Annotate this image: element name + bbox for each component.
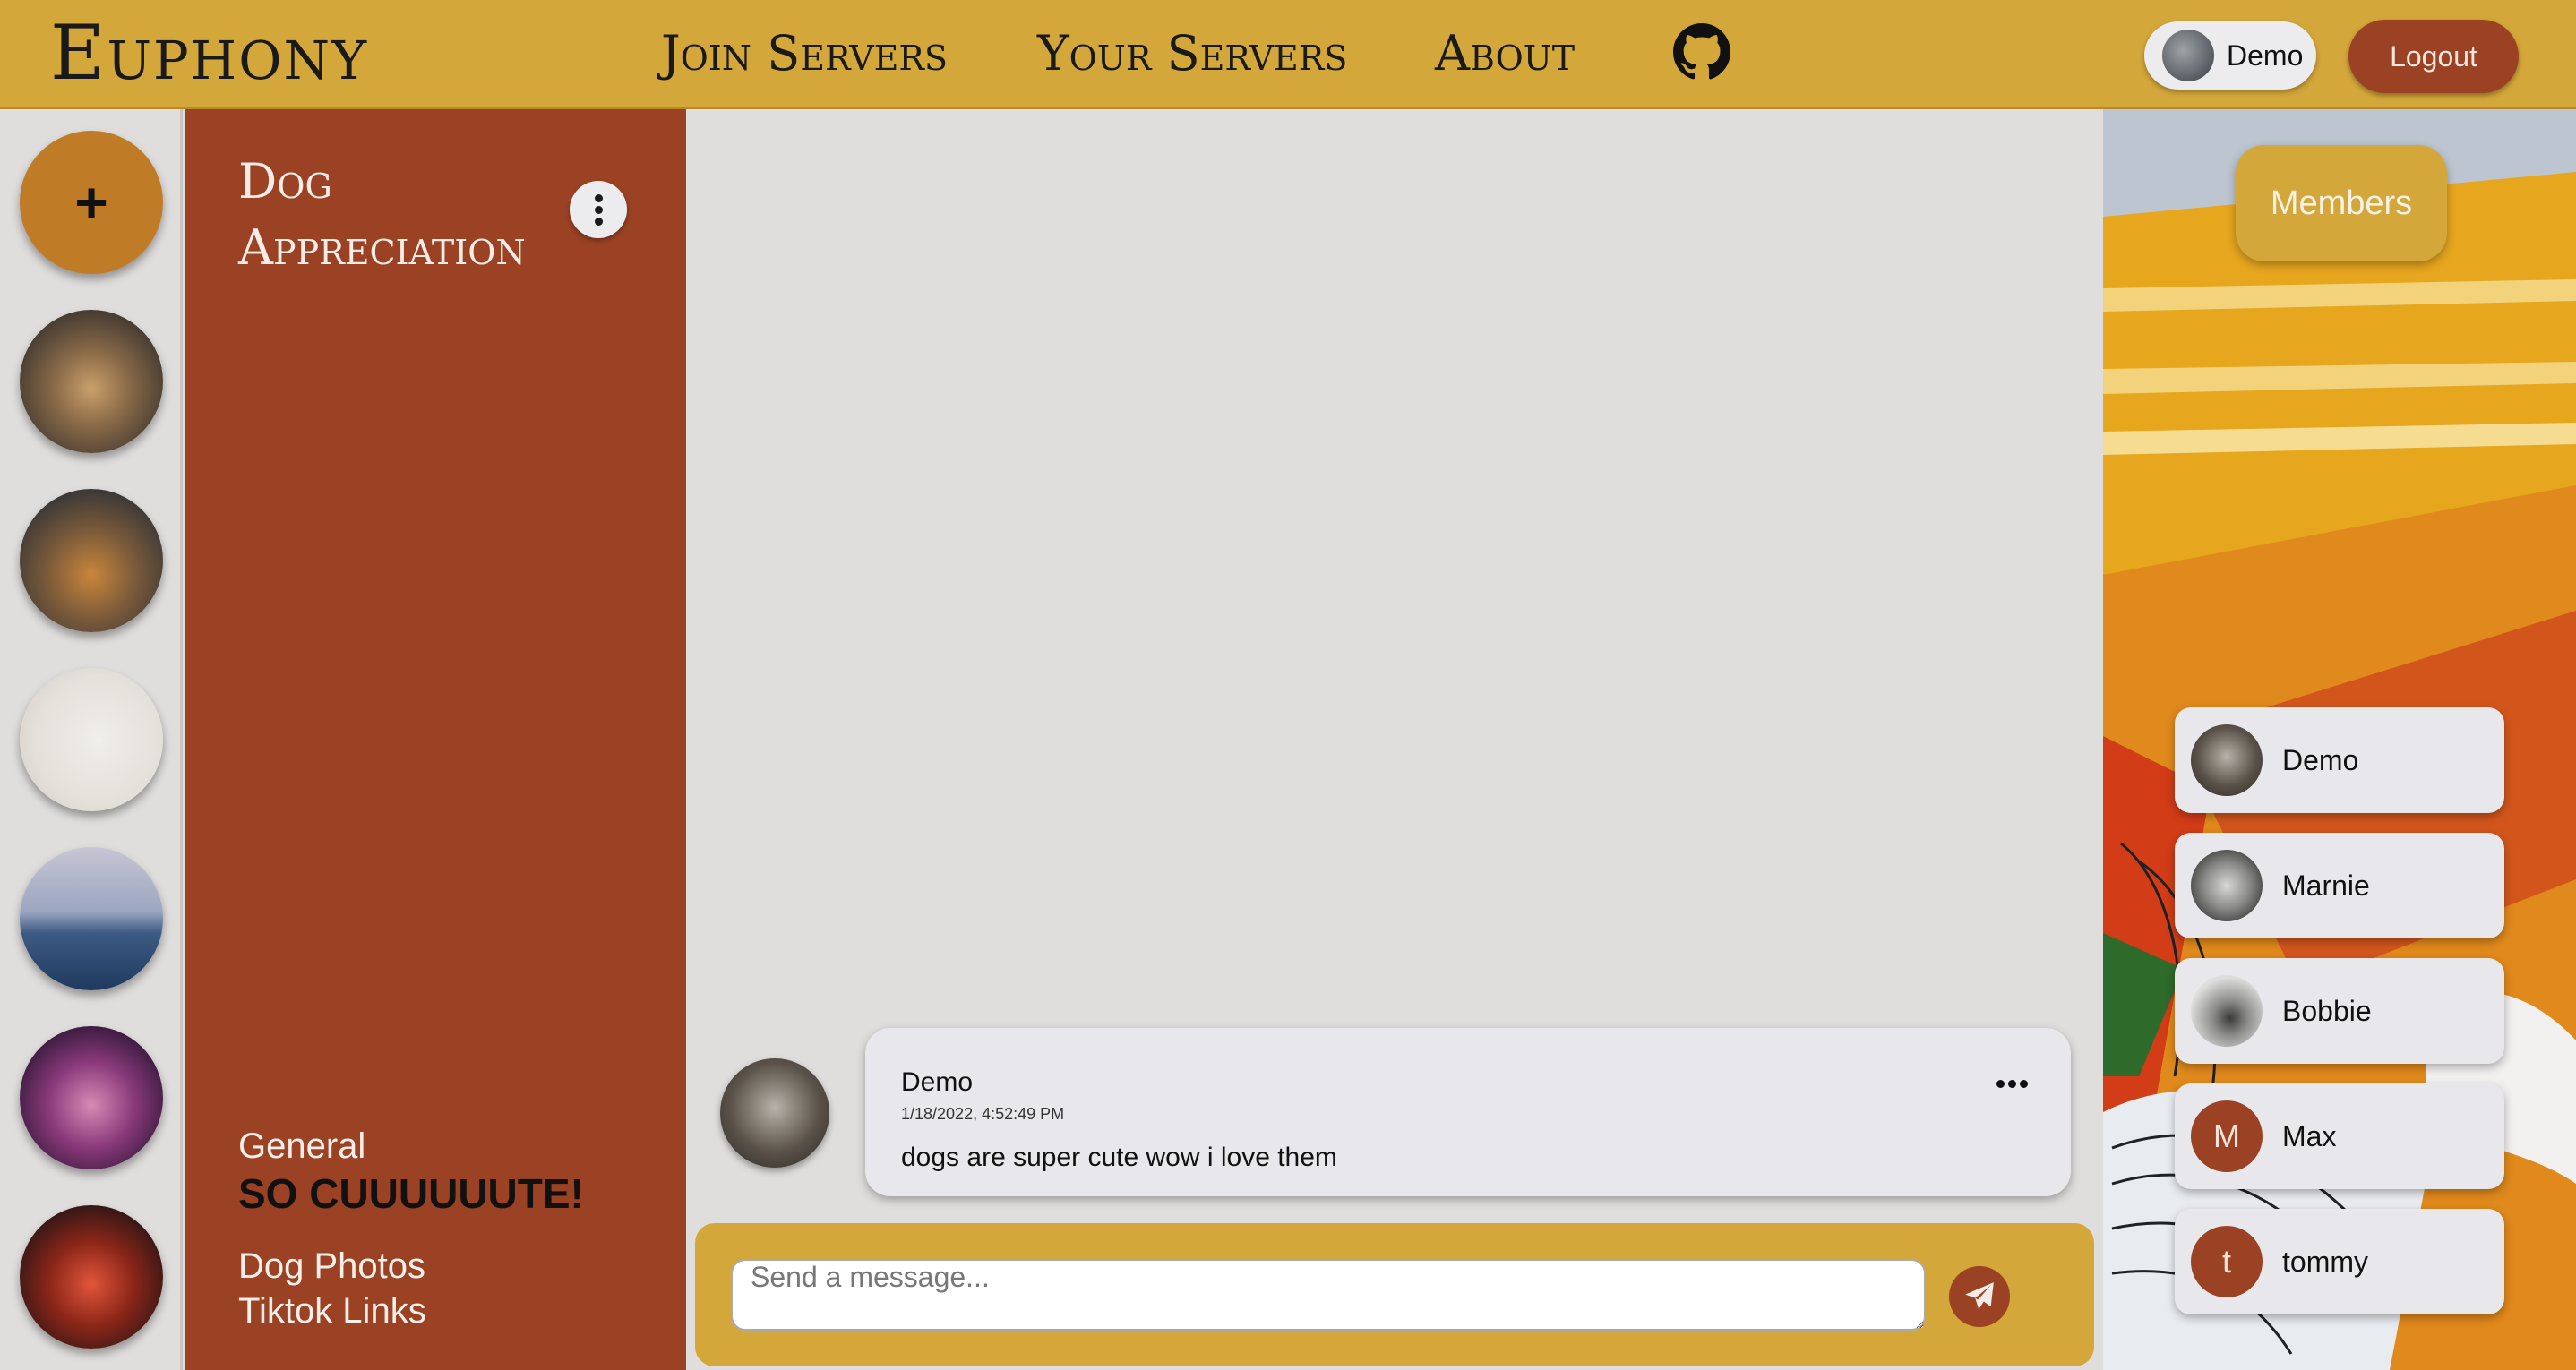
- top-nav: Euphony Join Servers Your Servers About …: [0, 0, 2576, 109]
- logout-button[interactable]: Logout: [2348, 20, 2519, 93]
- server-name: Dog Appreciation: [238, 153, 526, 276]
- member-item-max[interactable]: M Max: [2175, 1083, 2504, 1189]
- channel-dog-photos[interactable]: Dog Photos: [238, 1246, 425, 1287]
- server-icon-arcade[interactable]: [20, 1026, 163, 1169]
- avatar: [2191, 724, 2263, 796]
- members-panel: Members Demo Marnie Bobbie M Max t tommy: [2103, 109, 2576, 1370]
- dot: [2020, 1080, 2028, 1088]
- member-name: Bobbie: [2282, 994, 2372, 1027]
- server-icon-neon-diner[interactable]: [20, 1205, 163, 1349]
- add-server-button[interactable]: +: [20, 131, 163, 274]
- server-options-button[interactable]: [570, 181, 627, 238]
- member-item-demo[interactable]: Demo: [2175, 707, 2504, 813]
- avatar: [2191, 850, 2263, 921]
- message-bubble: Demo 1/18/2022, 4:52:49 PM dogs are supe…: [865, 1028, 2071, 1196]
- member-name: Marnie: [2282, 869, 2370, 902]
- github-icon[interactable]: [1673, 23, 1730, 81]
- nav-about[interactable]: About: [1435, 25, 1575, 81]
- server-icon-cat[interactable]: [20, 489, 163, 632]
- avatar: M: [2191, 1100, 2263, 1172]
- dot: [2008, 1080, 2016, 1088]
- chat-area: Demo 1/18/2022, 4:52:49 PM dogs are supe…: [686, 109, 2103, 1370]
- avatar: [2191, 975, 2263, 1047]
- dot: [594, 193, 603, 202]
- nav-join-servers[interactable]: Join Servers: [661, 25, 948, 81]
- member-item-tommy[interactable]: t tommy: [2175, 1209, 2504, 1314]
- message-author: Demo: [901, 1067, 974, 1097]
- member-name: Max: [2282, 1119, 2337, 1152]
- user-name: Demo: [2227, 39, 2304, 72]
- dot: [1996, 1080, 2005, 1088]
- message-avatar[interactable]: [720, 1058, 829, 1168]
- send-button[interactable]: [1949, 1266, 2010, 1327]
- server-icon-iceberg[interactable]: [20, 847, 163, 990]
- avatar: [2162, 30, 2214, 81]
- avatar: t: [2191, 1226, 2263, 1297]
- member-item-bobbie[interactable]: Bobbie: [2175, 958, 2504, 1064]
- channel-tiktok-links[interactable]: Tiktok Links: [238, 1291, 426, 1331]
- user-profile-pill[interactable]: Demo: [2144, 21, 2316, 90]
- members-toggle-button[interactable]: Members: [2236, 145, 2447, 261]
- channel-panel: Dog Appreciation General SO CUUUUUUTE! D…: [185, 109, 686, 1370]
- server-icon-dog-appreciation[interactable]: [20, 310, 163, 453]
- message-options-icon[interactable]: [1995, 1080, 2030, 1088]
- message-composer: [695, 1223, 2094, 1366]
- app-logo[interactable]: Euphony: [50, 9, 368, 97]
- paper-plane-icon: [1965, 1282, 1994, 1310]
- nav-your-servers[interactable]: Your Servers: [1037, 25, 1347, 81]
- server-icon-interior[interactable]: [20, 668, 163, 811]
- message-input[interactable]: [731, 1259, 1926, 1331]
- dot: [594, 217, 603, 226]
- member-item-marnie[interactable]: Marnie: [2175, 833, 2504, 938]
- message-text: dogs are super cute wow i love them: [901, 1143, 1337, 1172]
- message-timestamp: 1/18/2022, 4:52:49 PM: [901, 1105, 1065, 1123]
- dot: [594, 205, 603, 214]
- member-name: tommy: [2282, 1245, 2368, 1278]
- member-name: Demo: [2282, 743, 2359, 776]
- channel-general[interactable]: General: [238, 1126, 365, 1167]
- server-rail: +: [0, 109, 183, 1370]
- channel-so-cute[interactable]: SO CUUUUUUTE!: [238, 1169, 584, 1218]
